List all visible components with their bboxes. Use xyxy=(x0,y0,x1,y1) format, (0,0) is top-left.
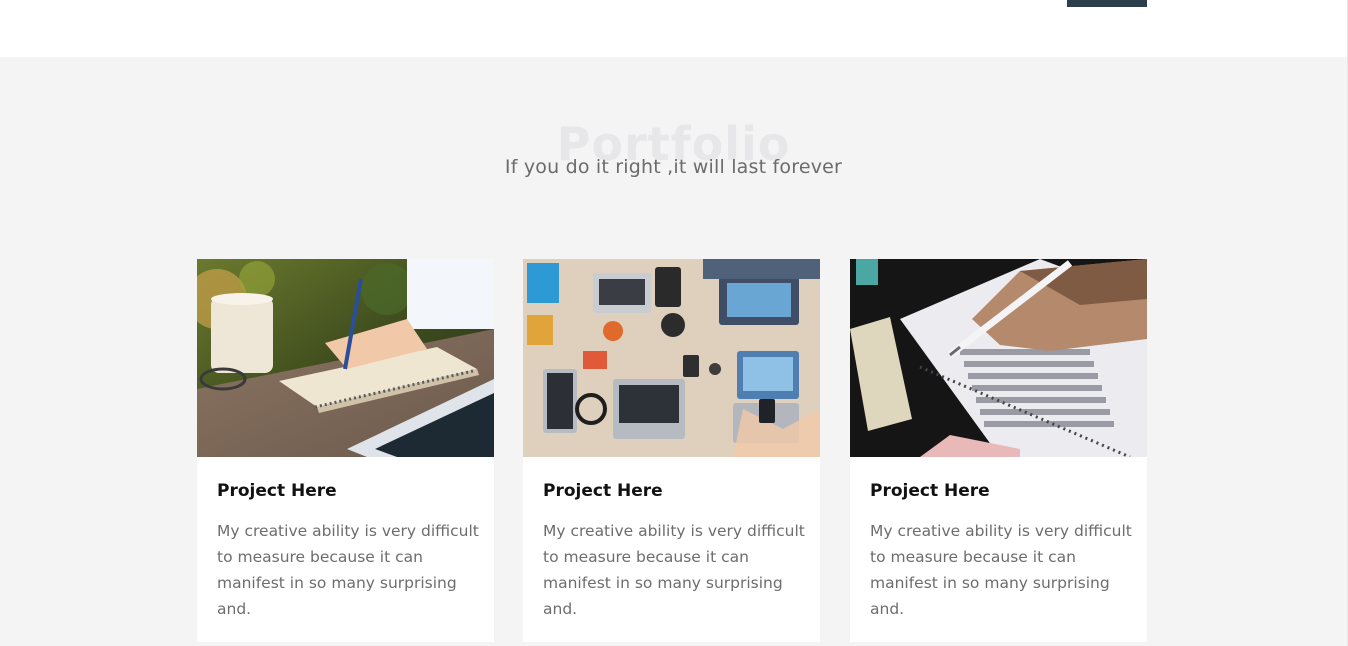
section-subtitle: If you do it right ,it will last forever xyxy=(504,156,843,178)
project-card[interactable]: Project Here My creative ability is very… xyxy=(197,259,494,642)
writing-notebook-photo[interactable] xyxy=(197,259,494,457)
answer-sheet-pencil-photo[interactable] xyxy=(850,259,1147,457)
project-description: My creative ability is very difficult to… xyxy=(870,522,1132,618)
project-description: My creative ability is very difficult to… xyxy=(543,522,805,618)
nav-button[interactable] xyxy=(1067,0,1147,7)
top-navbar xyxy=(0,0,1348,57)
project-title[interactable]: Project Here xyxy=(543,480,663,502)
project-card[interactable]: Project Here My creative ability is very… xyxy=(850,259,1147,642)
project-card[interactable]: Project Here My creative ability is very… xyxy=(523,259,820,642)
portfolio-section: Portfolio If you do it right ,it will la… xyxy=(0,57,1347,646)
project-title[interactable]: Project Here xyxy=(870,480,990,502)
project-title[interactable]: Project Here xyxy=(217,480,337,502)
project-description: My creative ability is very difficult to… xyxy=(217,522,479,618)
team-laptops-desk-photo[interactable] xyxy=(523,259,820,457)
